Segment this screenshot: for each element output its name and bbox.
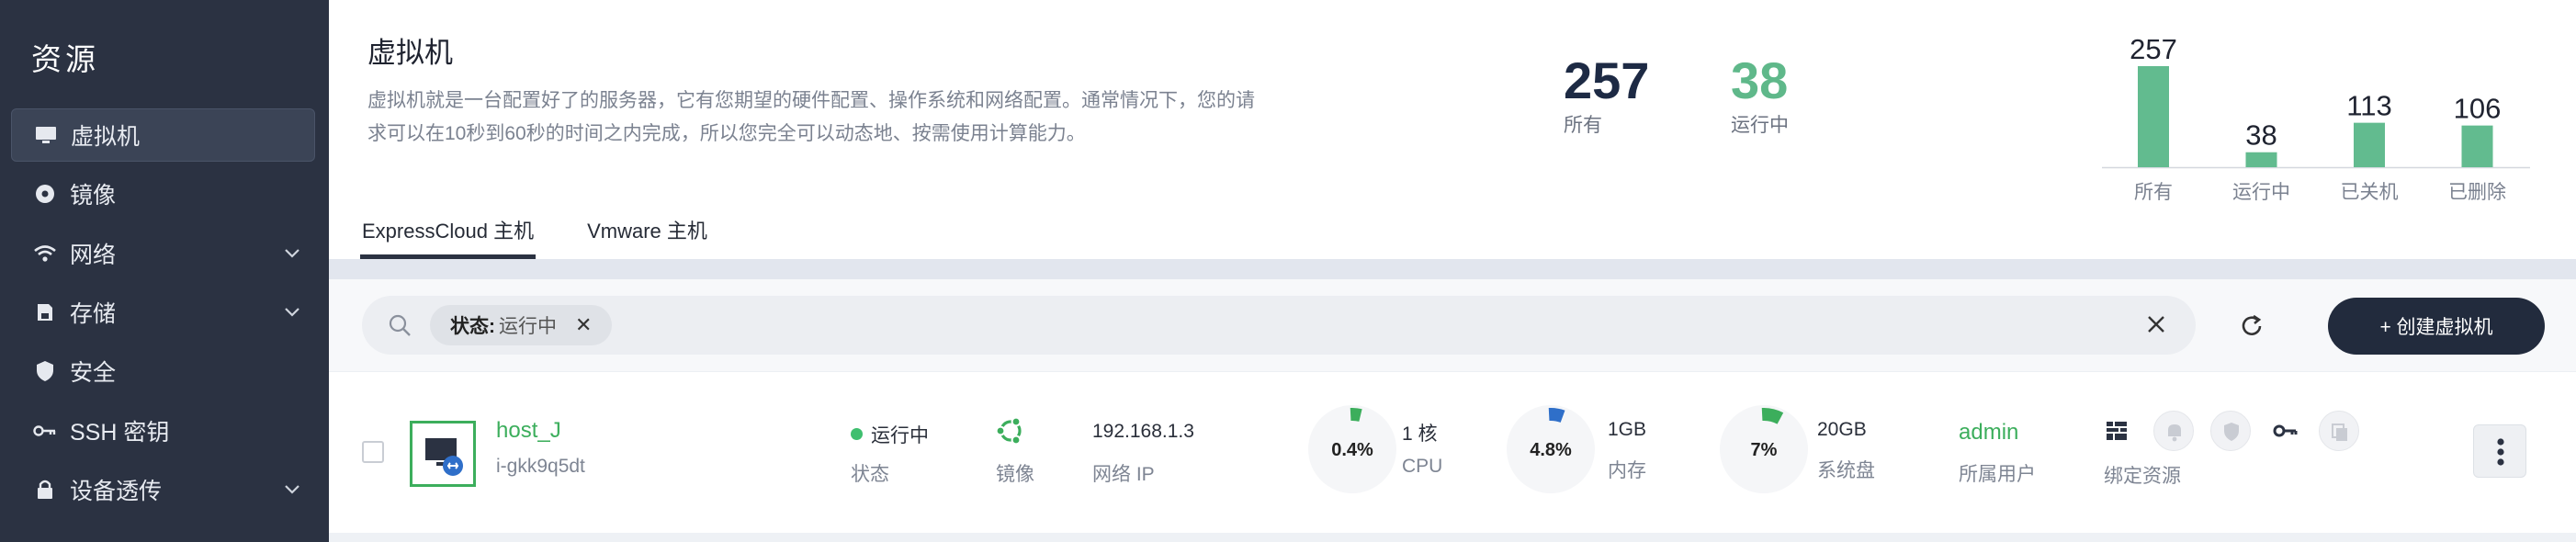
chart-value-label: 106	[2454, 93, 2502, 125]
image-label: 镜像	[996, 464, 1034, 485]
chart-value-label: 38	[2245, 119, 2277, 152]
sidebar-item-vm[interactable]: 虚拟机	[11, 108, 315, 162]
search-bar[interactable]: 状态: 运行中 ✕	[362, 296, 2196, 355]
row-checkbox[interactable]	[362, 441, 384, 463]
disk-label: 系统盘	[1817, 460, 1875, 481]
status-dot	[851, 428, 863, 440]
chart-bar	[2138, 66, 2169, 167]
ubuntu-icon	[994, 414, 1027, 452]
chevron-down-icon[interactable]	[269, 484, 315, 495]
main-content: 虚拟机 虚拟机就是一台配置好了的服务器，它有您期望的硬件配置、操作系统和网络配置…	[329, 0, 2576, 542]
vm-name-link[interactable]: host_J	[496, 418, 561, 444]
chevron-down-icon[interactable]	[269, 307, 315, 318]
sidebar-item-label: 网络	[70, 243, 117, 268]
chart-value-label: 113	[2346, 90, 2391, 122]
filter-key: 状态:	[450, 316, 495, 337]
tab-expresscloud[interactable]: ExpressCloud 主机	[359, 208, 537, 259]
chart-category-label: 运行中	[2232, 182, 2290, 203]
toolbar: 状态: 运行中 ✕ + 创建虚拟机	[329, 279, 2576, 371]
storage-icon	[11, 302, 66, 322]
description-line: 求可以在10秒到60秒的时间之内完成，所以您完全可以动态地、按需使用计算能力。	[367, 123, 1086, 144]
sidebar-item-network[interactable]: 网络	[11, 227, 315, 280]
bind-resources-label: 绑定资源	[2104, 466, 2181, 487]
stat-running: 38 运行中	[1731, 53, 1789, 138]
cpu-usage: 0.4%	[1331, 440, 1373, 460]
stat-label: 运行中	[1731, 115, 1789, 136]
chart-value-label: 257	[2130, 33, 2177, 65]
sidebar-item-ssh[interactable]: SSH 密钥	[11, 404, 315, 457]
vm-status: 运行中	[871, 425, 929, 446]
section-divider	[329, 259, 2576, 279]
ip-label: 网络 IP	[1092, 464, 1155, 485]
more-options-button[interactable]	[2473, 424, 2526, 478]
page-description: 虚拟机就是一台配置好了的服务器，它有您期望的硬件配置、操作系统和网络配置。通常情…	[367, 85, 1323, 151]
sidebar-item-images[interactable]: 镜像	[11, 167, 315, 220]
search-icon	[388, 313, 412, 342]
cpu-label: CPU	[1402, 456, 1443, 477]
page-title: 虚拟机	[367, 37, 453, 69]
owner-label: 所属用户	[1959, 464, 2036, 485]
chevron-down-icon[interactable]	[269, 248, 315, 259]
sidebar-item-label: SSH 密钥	[70, 420, 170, 446]
tab-bar: ExpressCloud 主机 Vmware 主机	[359, 208, 761, 259]
refresh-icon[interactable]	[2238, 312, 2265, 344]
disc-icon	[11, 183, 66, 205]
memory-gauge: 4.8%	[1507, 405, 1595, 493]
vm-id: i-gkk9q5dt	[496, 456, 585, 477]
chart-category-label: 所有	[2134, 182, 2173, 203]
status-label: 状态	[851, 464, 889, 485]
cpu-cores: 1 核	[1402, 423, 1438, 445]
bell-icon[interactable]	[2153, 411, 2194, 451]
chart-bar	[2245, 152, 2277, 167]
chart-bar	[2461, 125, 2493, 167]
shield-icon	[11, 360, 66, 382]
sidebar-item-passthrough[interactable]: 设备透传	[11, 463, 315, 516]
sidebar-item-label: 安全	[70, 360, 117, 386]
monitor-icon	[12, 125, 67, 145]
sidebar-item-label: 设备透传	[70, 479, 163, 504]
stat-value: 38	[1731, 51, 1789, 109]
firewall-icon[interactable]	[2100, 414, 2133, 452]
filter-chip[interactable]: 状态: 运行中 ✕	[430, 305, 613, 345]
tab-vmware[interactable]: Vmware 主机	[587, 208, 707, 259]
description-line: 虚拟机就是一台配置好了的服务器，它有您期望的硬件配置、操作系统和网络配置。通常情…	[367, 90, 1255, 111]
memory-size: 1GB	[1608, 419, 1647, 440]
stat-label: 所有	[1564, 115, 1602, 136]
wifi-icon	[11, 244, 66, 263]
vm-ip: 192.168.1.3	[1092, 421, 1194, 442]
status-bar-chart: 257 所有 38 运行中 113 已关机 106 已删除	[2102, 33, 2530, 203]
create-vm-button[interactable]: + 创建虚拟机	[2328, 298, 2545, 355]
chart-category-label: 已关机	[2341, 182, 2399, 203]
sidebar-title: 资源	[31, 42, 99, 76]
table-row[interactable]: host_J i-gkk9q5dt 运行中 状态 镜像 192.168.1.3 …	[329, 371, 2576, 533]
chart-bar	[2354, 122, 2385, 167]
shield-icon[interactable]	[2210, 411, 2251, 451]
vm-os-icon	[410, 421, 476, 487]
disk-size: 20GB	[1817, 419, 1867, 440]
copy-icon[interactable]	[2319, 411, 2359, 451]
sidebar: 资源 虚拟机 镜像 网络 存储 安全 SSH 密钥 设备透传	[0, 0, 329, 542]
page-header: 虚拟机 虚拟机就是一台配置好了的服务器，它有您期望的硬件配置、操作系统和网络配置…	[329, 0, 2576, 259]
disk-usage: 7%	[1750, 440, 1778, 460]
owner-link[interactable]: admin	[1959, 420, 2018, 446]
stat-value: 257	[1564, 51, 1650, 109]
stat-all: 257 所有	[1564, 53, 1649, 138]
clear-search-icon[interactable]	[2146, 314, 2166, 339]
sidebar-item-label: 存储	[70, 301, 117, 327]
cpu-gauge: 0.4%	[1308, 405, 1396, 493]
memory-usage: 4.8%	[1530, 440, 1572, 460]
filter-value: 运行中	[499, 316, 557, 337]
lock-icon	[11, 479, 66, 501]
sidebar-item-security[interactable]: 安全	[11, 344, 315, 398]
disk-gauge: 7%	[1720, 405, 1808, 493]
sidebar-item-label: 镜像	[70, 183, 117, 209]
memory-label: 内存	[1608, 460, 1646, 481]
sidebar-item-label: 虚拟机	[71, 124, 141, 150]
chip-close-icon[interactable]: ✕	[575, 313, 592, 337]
sidebar-item-storage[interactable]: 存储	[11, 286, 315, 339]
chart-category-label: 已删除	[2448, 182, 2506, 203]
key-icon	[11, 423, 66, 438]
key-icon[interactable]	[2265, 411, 2306, 451]
